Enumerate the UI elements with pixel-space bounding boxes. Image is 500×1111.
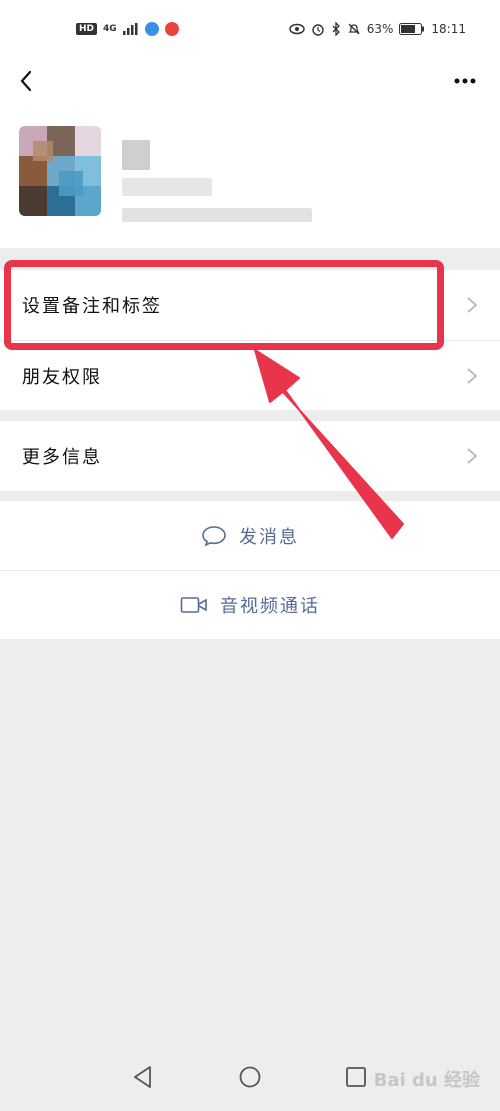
mute-bell-icon [348, 23, 360, 35]
menu-group-settings: 设置备注和标签 朋友权限 [0, 270, 500, 410]
status-bar: HD 4G 63% 18:11 [0, 0, 500, 62]
status-left: HD 4G [76, 22, 179, 36]
avatar[interactable] [19, 126, 101, 216]
menu-item-more-info[interactable]: 更多信息 [0, 421, 500, 491]
battery-icon [399, 23, 425, 35]
menu-item-remark-tags[interactable]: 设置备注和标签 [0, 270, 500, 340]
send-message-button[interactable]: 发消息 [0, 501, 500, 570]
nav-back-icon[interactable] [128, 1062, 158, 1092]
region-redacted [122, 208, 312, 222]
eye-icon [288, 23, 305, 35]
app-notification-icon [144, 22, 159, 36]
menu-item-label: 朋友权限 [22, 366, 102, 388]
action-group: 发消息 音视频通话 [0, 501, 500, 639]
more-dots-icon[interactable] [450, 66, 480, 96]
nav-recents-icon[interactable] [341, 1062, 371, 1092]
menu-item-label: 更多信息 [22, 447, 102, 468]
chevron-right-icon [467, 297, 478, 313]
menu-group-info: 更多信息 [0, 421, 500, 491]
menu-item-label: 设置备注和标签 [22, 296, 162, 317]
app-notification-icon-2 [164, 22, 179, 36]
video-call-button[interactable]: 音视频通话 [0, 570, 500, 639]
chevron-left-icon[interactable] [14, 66, 40, 96]
bluetooth-icon [332, 22, 340, 36]
network-label: 4G [103, 24, 117, 34]
battery-percent: 63% [366, 22, 394, 36]
hd-badge: HD [76, 23, 98, 35]
signal-icon [122, 23, 138, 35]
chevron-right-icon [467, 448, 478, 464]
menu-item-friend-permissions[interactable]: 朋友权限 [0, 340, 500, 410]
wechat-id-redacted [122, 178, 212, 196]
chevron-right-icon [467, 368, 478, 384]
video-camera-icon [180, 597, 207, 613]
profile-card [0, 102, 500, 248]
alarm-icon [312, 24, 324, 36]
watermark: Bai du 经验 [373, 1070, 480, 1091]
top-nav [0, 62, 500, 102]
status-right: 63% 18:11 [288, 22, 466, 36]
nav-home-icon[interactable] [235, 1062, 265, 1092]
chat-bubble-icon [202, 525, 226, 547]
avatar-image [19, 126, 101, 216]
video-call-label: 音视频通话 [220, 596, 320, 617]
status-time: 18:11 [431, 22, 466, 36]
send-message-label: 发消息 [239, 526, 299, 548]
nickname-redacted [122, 140, 150, 170]
